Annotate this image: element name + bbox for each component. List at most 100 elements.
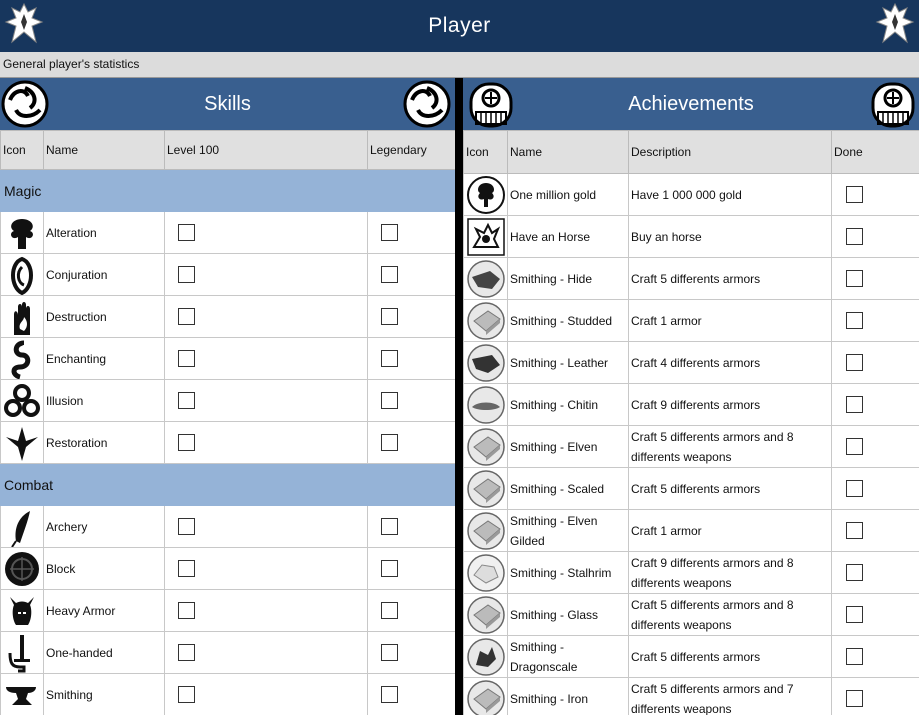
skill-name: Heavy Armor <box>43 589 165 632</box>
table-row: Smithing - Leather Craft 4 differents arm… <box>463 341 919 384</box>
done-cell <box>831 173 919 216</box>
done-checkbox[interactable] <box>846 690 863 707</box>
skill-name: Restoration <box>43 421 165 464</box>
done-cell <box>831 215 919 258</box>
achievement-icon-cell <box>463 173 508 216</box>
table-row: Smithing <box>0 673 455 715</box>
achievement-description: Craft 5 differents armors <box>628 257 832 300</box>
feather-icon <box>11 510 30 547</box>
title-bar: Player <box>0 0 919 52</box>
done-cell <box>831 341 919 384</box>
restoration-icon <box>6 426 38 461</box>
legendary-cell <box>367 547 455 590</box>
legendary-checkbox[interactable] <box>381 560 398 577</box>
dragon-ingot-icon <box>466 637 505 676</box>
done-checkbox[interactable] <box>846 396 863 413</box>
level-100-checkbox[interactable] <box>178 266 195 283</box>
ingot-icon <box>466 301 505 340</box>
level-100-checkbox[interactable] <box>178 392 195 409</box>
legendary-checkbox[interactable] <box>381 308 398 325</box>
done-checkbox[interactable] <box>846 480 863 497</box>
level-100-checkbox[interactable] <box>178 518 195 535</box>
level-100-checkbox[interactable] <box>178 308 195 325</box>
level-100-cell <box>164 505 368 548</box>
table-row: Smithing - Iron Craft 5 differents armors… <box>463 677 919 715</box>
skills-header: Skills <box>0 78 455 130</box>
achievement-name: One million gold <box>507 173 629 216</box>
level-100-cell <box>164 295 368 338</box>
sword-icon <box>8 634 30 672</box>
ingot-icon <box>466 595 505 634</box>
legendary-checkbox[interactable] <box>381 686 398 703</box>
done-checkbox[interactable] <box>846 438 863 455</box>
panel-divider <box>455 78 463 715</box>
done-checkbox[interactable] <box>846 606 863 623</box>
level-100-checkbox[interactable] <box>178 644 195 661</box>
ingot-icon <box>466 469 505 508</box>
legendary-checkbox[interactable] <box>381 518 398 535</box>
done-checkbox[interactable] <box>846 228 863 245</box>
done-checkbox[interactable] <box>846 648 863 665</box>
skill-name: Illusion <box>43 379 165 422</box>
table-row: One million gold Have 1 000 000 gold <box>463 173 919 216</box>
legendary-checkbox[interactable] <box>381 644 398 661</box>
skill-icon-cell <box>0 337 44 380</box>
legendary-checkbox[interactable] <box>381 392 398 409</box>
achievement-name: Smithing - Elven <box>507 425 629 468</box>
level-100-checkbox[interactable] <box>178 434 195 451</box>
column-header-legendary: Legendary <box>367 130 455 170</box>
achievements-header-row: Icon Name Description Done <box>463 130 919 174</box>
achievement-icon-cell <box>463 509 508 552</box>
done-checkbox[interactable] <box>846 522 863 539</box>
level-100-checkbox[interactable] <box>178 560 195 577</box>
skill-icon-cell <box>0 589 44 632</box>
done-cell <box>831 299 919 342</box>
table-row: Have an Horse Buy an horse <box>463 215 919 258</box>
skill-icon-cell <box>0 673 44 715</box>
ingot-icon <box>466 679 505 715</box>
category-row: Combat <box>0 463 455 506</box>
skill-icon-cell <box>0 253 44 296</box>
done-checkbox[interactable] <box>846 312 863 329</box>
legendary-cell <box>367 673 455 715</box>
level-100-cell <box>164 379 368 422</box>
legendary-cell <box>367 589 455 632</box>
achievement-name: Smithing - Dragonscale <box>507 635 629 678</box>
done-cell <box>831 677 919 715</box>
ingot-icon <box>466 427 505 466</box>
achievement-description: Have 1 000 000 gold <box>628 173 832 216</box>
shield-icon <box>5 551 39 586</box>
legendary-checkbox[interactable] <box>381 602 398 619</box>
table-row: Smithing - Chitin Craft 9 differents armo… <box>463 383 919 426</box>
done-checkbox[interactable] <box>846 270 863 287</box>
table-row: Smithing - Glass Craft 5 differents armor… <box>463 593 919 636</box>
achievement-description: Craft 5 differents armors and 8 differen… <box>628 593 832 636</box>
done-checkbox[interactable] <box>846 354 863 371</box>
achievement-description: Craft 9 differents armors <box>628 383 832 426</box>
done-checkbox[interactable] <box>846 186 863 203</box>
done-cell <box>831 257 919 300</box>
level-100-checkbox[interactable] <box>178 602 195 619</box>
level-100-checkbox[interactable] <box>178 686 195 703</box>
level-100-checkbox[interactable] <box>178 350 195 367</box>
helmet-icon <box>10 596 34 625</box>
flame-hand-icon <box>14 301 30 335</box>
done-cell <box>831 425 919 468</box>
achievement-icon-cell <box>463 257 508 300</box>
achievement-icon-cell <box>463 425 508 468</box>
legendary-checkbox[interactable] <box>381 224 398 241</box>
table-row: Destruction <box>0 295 455 338</box>
level-100-cell <box>164 211 368 254</box>
legendary-checkbox[interactable] <box>381 266 398 283</box>
skill-icon-cell <box>0 211 44 254</box>
level-100-checkbox[interactable] <box>178 224 195 241</box>
done-checkbox[interactable] <box>846 564 863 581</box>
legendary-checkbox[interactable] <box>381 350 398 367</box>
done-cell <box>831 593 919 636</box>
ingot-icon <box>466 511 505 550</box>
achievement-name: Smithing - Chitin <box>507 383 629 426</box>
table-row: Smithing - Dragonscale Craft 5 differents… <box>463 635 919 678</box>
legendary-checkbox[interactable] <box>381 434 398 451</box>
level-100-cell <box>164 673 368 715</box>
skill-name: Conjuration <box>43 253 165 296</box>
